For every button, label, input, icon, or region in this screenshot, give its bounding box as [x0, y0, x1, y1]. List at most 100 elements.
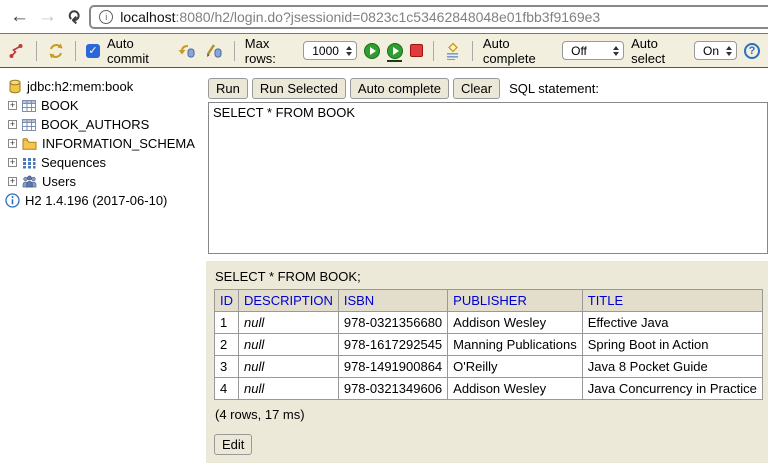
tree-item-book[interactable]: + BOOK — [0, 96, 206, 115]
max-rows-select[interactable]: 1000 — [303, 41, 357, 60]
edit-button[interactable]: Edit — [214, 434, 253, 455]
expand-plus-icon[interactable]: + — [8, 158, 17, 167]
run-selected-icon[interactable] — [386, 42, 403, 62]
table-row[interactable]: 1 null 978-0321356680 Addison Wesley Eff… — [214, 311, 763, 334]
tree-item-label: jdbc:h2:mem:book — [27, 79, 134, 94]
auto-select-value: On — [702, 43, 719, 58]
main-pane: Run Run Selected Auto complete Clear SQL… — [206, 69, 768, 463]
sequences-icon — [22, 157, 36, 169]
auto-complete-button[interactable]: Auto complete — [349, 78, 450, 99]
auto-select-select[interactable]: On — [693, 41, 737, 60]
run-button[interactable]: Run — [208, 78, 248, 99]
cell-title: Java 8 Pocket Guide — [581, 355, 763, 378]
url-bar[interactable]: i localhost:8080/h2/login.do?jsessionid=… — [89, 4, 768, 29]
cell-publisher: O'Reilly — [447, 355, 583, 378]
toolbar-separator — [36, 40, 37, 61]
reload-icon[interactable]: ⟳ — [63, 9, 83, 23]
url-host: localhost — [120, 8, 176, 25]
tree-item-label: Users — [42, 174, 76, 189]
stepper-icon — [726, 45, 732, 56]
browser-chrome: ← → ⟳ i localhost:8080/h2/login.do?jsess… — [0, 0, 768, 34]
auto-complete-label: Auto complete — [482, 35, 536, 66]
table-row[interactable]: 2 null 978-1617292545 Manning Publicatio… — [214, 333, 763, 356]
expand-plus-icon[interactable]: + — [8, 177, 17, 186]
column-header[interactable]: TITLE — [581, 289, 763, 312]
clear-button[interactable]: Clear — [453, 78, 501, 99]
run-icon[interactable] — [363, 42, 380, 59]
sql-statement-label: SQL statement: — [509, 81, 599, 96]
cell-isbn: 978-1491900864 — [337, 355, 449, 378]
stop-icon[interactable] — [409, 44, 423, 57]
column-header[interactable]: ID — [214, 289, 239, 312]
stepper-icon — [345, 45, 352, 56]
tree-item-users[interactable]: + Users — [0, 172, 206, 191]
h2-console-screen: ← → ⟳ i localhost:8080/h2/login.do?jsess… — [0, 0, 768, 463]
database-tree-sidebar: jdbc:h2:mem:book + BOOK + BOOK_AUTHORS +… — [0, 69, 206, 463]
column-header[interactable]: PUBLISHER — [447, 289, 583, 312]
commit-icon[interactable] — [177, 42, 197, 60]
autocomplete-icon[interactable] — [444, 42, 462, 60]
expand-plus-icon[interactable]: + — [8, 101, 17, 110]
query-button-row: Run Run Selected Auto complete Clear SQL… — [208, 78, 768, 99]
table-row[interactable]: 3 null 978-1491900864 O'Reilly Java 8 Po… — [214, 355, 763, 378]
tree-item-information-schema[interactable]: + INFORMATION_SCHEMA — [0, 134, 206, 153]
tree-item-book-authors[interactable]: + BOOK_AUTHORS — [0, 115, 206, 134]
page-info-icon[interactable]: i — [99, 9, 114, 24]
cell-id: 2 — [214, 333, 239, 356]
auto-complete-value: Off — [571, 43, 587, 58]
table-icon — [22, 118, 36, 131]
cell-title: Spring Boot in Action — [581, 333, 763, 356]
tree-item-label: INFORMATION_SCHEMA — [42, 136, 195, 151]
max-rows-label: Max rows: — [244, 35, 276, 66]
users-icon — [22, 175, 37, 188]
tree-item-sequences[interactable]: + Sequences — [0, 153, 206, 172]
back-icon[interactable]: ← — [10, 7, 29, 26]
cell-isbn: 978-0321349606 — [337, 377, 449, 400]
column-header[interactable]: DESCRIPTION — [238, 289, 339, 312]
tree-item-connection[interactable]: jdbc:h2:mem:book — [0, 77, 206, 96]
row-count-status: (4 rows, 17 ms) — [215, 407, 305, 422]
url-text[interactable]: localhost:8080/h2/login.do?jsessionid=08… — [120, 9, 600, 25]
column-header[interactable]: ISBN — [337, 289, 449, 312]
cell-id: 1 — [214, 311, 239, 334]
table-row[interactable]: 4 null 978-0321349606 Addison Wesley Jav… — [214, 377, 763, 400]
cell-publisher: Addison Wesley — [447, 377, 583, 400]
toolbar-separator — [233, 40, 235, 61]
cell-isbn: 978-0321356680 — [337, 311, 449, 334]
cell-title: Java Concurrency in Practice — [581, 377, 763, 400]
forward-icon: → — [38, 6, 57, 27]
disconnect-icon[interactable] — [8, 42, 26, 60]
auto-complete-select[interactable]: Off — [562, 41, 625, 60]
cell-description: null — [238, 355, 339, 378]
refresh-icon[interactable] — [47, 42, 65, 60]
h2-version-info: H2 1.4.196 (2017-06-10) — [0, 191, 206, 210]
table-icon — [22, 99, 36, 112]
expand-plus-icon[interactable]: + — [8, 139, 17, 148]
cell-publisher: Manning Publications — [447, 333, 583, 356]
content-area: jdbc:h2:mem:book + BOOK + BOOK_AUTHORS +… — [0, 69, 768, 463]
cell-isbn: 978-1617292545 — [337, 333, 449, 356]
toolbar-separator — [75, 40, 76, 61]
auto-commit-checkbox[interactable]: ✓ — [86, 43, 100, 58]
rollback-icon[interactable] — [204, 42, 224, 60]
cell-publisher: Addison Wesley — [447, 311, 583, 334]
tree-item-label: BOOK — [41, 98, 79, 113]
help-icon[interactable]: ? — [744, 42, 760, 59]
sql-input[interactable]: SELECT * FROM BOOK — [208, 102, 768, 254]
run-selected-button[interactable]: Run Selected — [251, 78, 346, 99]
auto-commit-label: Auto commit — [107, 35, 149, 66]
cell-id: 3 — [214, 355, 239, 378]
cell-description: null — [238, 333, 339, 356]
info-icon — [5, 193, 20, 208]
cell-id: 4 — [214, 377, 239, 400]
tree-item-label: BOOK_AUTHORS — [41, 117, 150, 132]
cell-title: Effective Java — [581, 311, 763, 334]
cell-description: null — [238, 377, 339, 400]
executed-query-text: SELECT * FROM BOOK; — [215, 269, 361, 284]
expand-plus-icon[interactable]: + — [8, 120, 17, 129]
folder-icon — [22, 137, 37, 150]
database-icon — [8, 79, 22, 94]
max-rows-value: 1000 — [312, 43, 339, 58]
query-pane: Run Run Selected Auto complete Clear SQL… — [206, 69, 768, 254]
result-pane: SELECT * FROM BOOK; ID DESCRIPTION ISBN … — [206, 261, 768, 463]
